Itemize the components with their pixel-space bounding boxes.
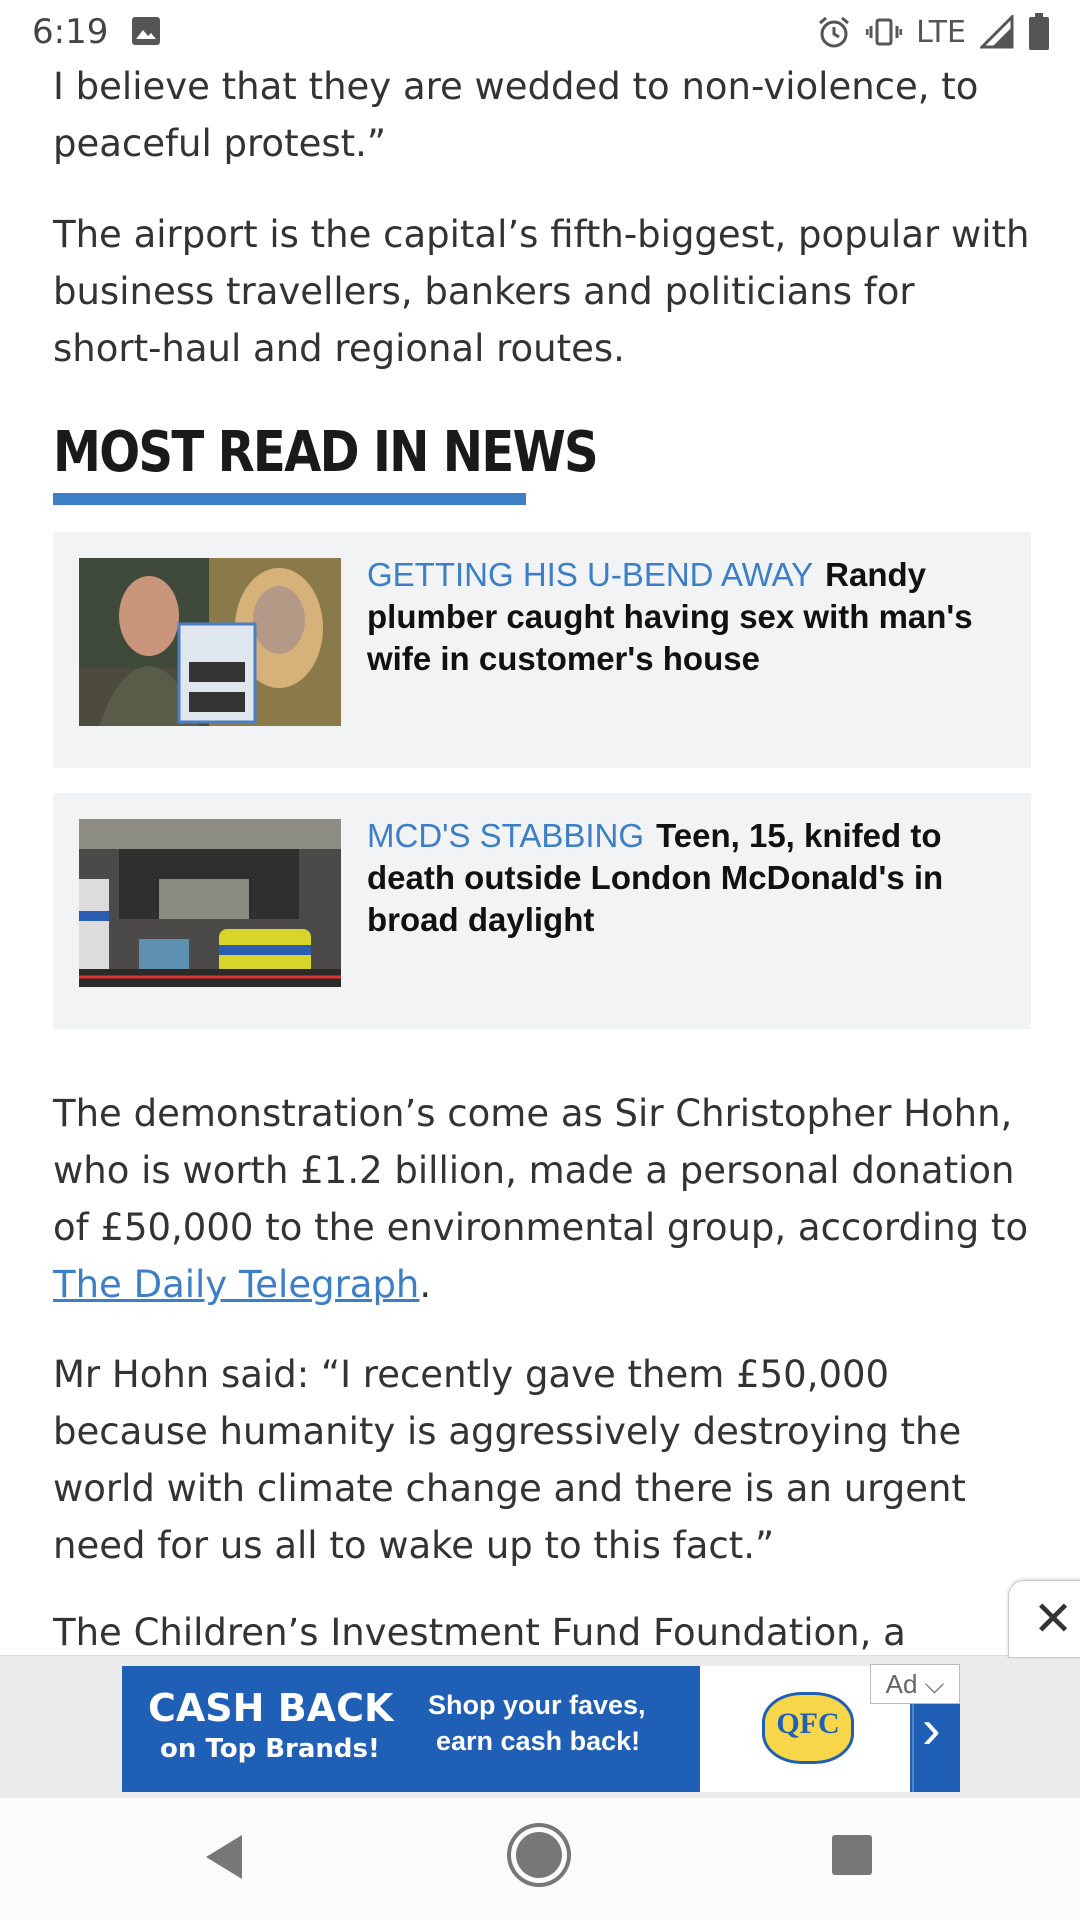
home-icon[interactable] xyxy=(516,1832,562,1878)
card-thumbnail[interactable] xyxy=(79,558,341,726)
article-paragraph: The demonstration’s come as Sir Christop… xyxy=(53,1085,1033,1313)
close-ad-button[interactable]: ✕ xyxy=(1008,1580,1080,1658)
article-paragraph: The Children’s Investment Fund Foundatio… xyxy=(53,1611,906,1654)
navigation-bar xyxy=(0,1798,1080,1920)
vibrate-icon xyxy=(866,18,903,46)
paragraph-text: The demonstration’s come as Sir Christop… xyxy=(53,1092,1029,1249)
ad-subheadline: on Top Brands! xyxy=(160,1734,380,1764)
most-read-card[interactable]: GETTING HIS U-BEND AWAY Randy plumber cau… xyxy=(53,532,1031,768)
card-headline-text[interactable]: GETTING HIS U-BEND AWAY Randy plumber cau… xyxy=(367,554,1007,680)
ad-choices-badge[interactable]: Ad ⌵ xyxy=(870,1664,960,1704)
signal-icon xyxy=(980,15,1014,49)
telegraph-link[interactable]: The Daily Telegraph xyxy=(53,1263,419,1306)
status-time: 6:19 xyxy=(32,12,109,52)
ad-headline: CASH BACK xyxy=(148,1686,394,1730)
article-paragraph: I believe that they are wedded to non-vi… xyxy=(53,65,979,165)
ad-tagline-2: earn cash back! xyxy=(436,1726,641,1756)
most-read-heading: MOST READ IN NEWS xyxy=(53,420,599,485)
article-paragraph: The airport is the capital’s fifth-bigge… xyxy=(53,213,1030,370)
chevron-right-icon: › xyxy=(922,1697,941,1760)
card-headline-text[interactable]: MCD'S STABBING Teen, 15, knifed to death … xyxy=(367,815,1007,941)
recents-icon[interactable] xyxy=(832,1835,872,1875)
ad-strip: CASH BACK on Top Brands! Shop your faves… xyxy=(0,1655,1080,1798)
image-icon xyxy=(132,17,160,45)
alarm-icon xyxy=(819,16,850,48)
qfc-logo: QFC xyxy=(762,1692,854,1764)
card-kicker: GETTING HIS U-BEND AWAY xyxy=(367,556,814,593)
back-icon[interactable] xyxy=(202,1833,246,1881)
paragraph-end: . xyxy=(419,1263,432,1306)
logo-text: QFC xyxy=(776,1707,840,1740)
most-read-card[interactable]: MCD'S STABBING Teen, 15, knifed to death … xyxy=(53,793,1031,1029)
ad-banner[interactable]: CASH BACK on Top Brands! Shop your faves… xyxy=(122,1666,960,1792)
close-icon: ✕ xyxy=(1033,1593,1074,1646)
ad-tagline: Shop your faves, xyxy=(428,1690,646,1720)
network-type: LTE xyxy=(916,14,966,50)
card-thumbnail[interactable] xyxy=(79,819,341,987)
status-bar: 6:19 LTE xyxy=(0,0,1080,64)
status-icons: LTE xyxy=(816,12,1050,52)
card-kicker: MCD'S STABBING xyxy=(367,817,645,854)
battery-icon xyxy=(1029,13,1049,50)
heading-underline xyxy=(53,493,526,505)
article-paragraph: Mr Hohn said: “I recently gave them £50,… xyxy=(53,1353,966,1567)
